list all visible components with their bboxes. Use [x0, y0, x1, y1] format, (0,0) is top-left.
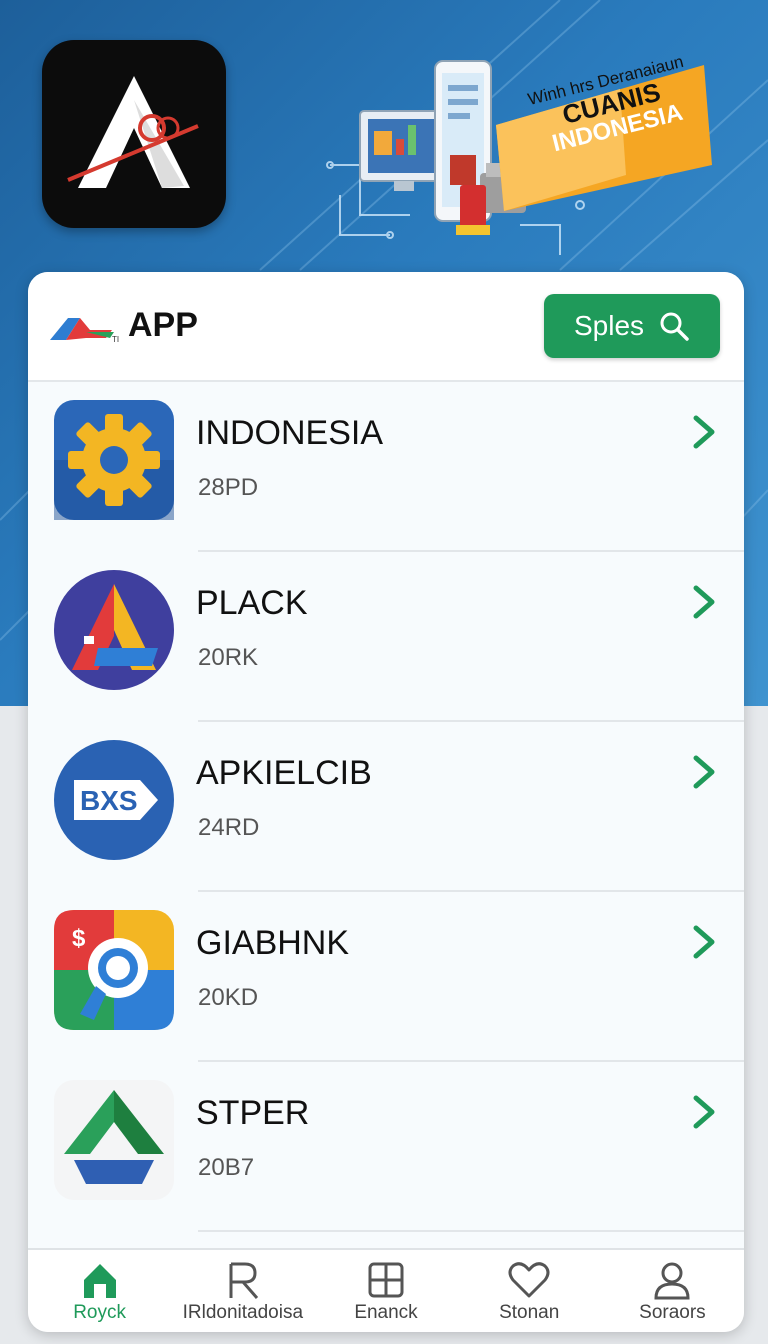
app-subtitle: 20RK — [198, 644, 259, 671]
chevron-right-icon[interactable] — [688, 412, 718, 452]
nav-label: Royck — [73, 1302, 126, 1323]
app-subtitle: 20KD — [198, 984, 259, 1011]
nav-item-r[interactable]: IRldonitadoisa — [171, 1250, 314, 1332]
list-item[interactable]: BXS APKIELCIB 24RD — [28, 722, 744, 892]
nav-item-grid[interactable]: Enanck — [314, 1250, 457, 1332]
grid-icon — [368, 1262, 404, 1298]
magnifier-logo-icon: $ — [54, 910, 174, 1030]
chevron-right-icon[interactable] — [688, 1092, 718, 1132]
dollar-text: $ — [72, 925, 86, 952]
triangle-logo-icon — [54, 570, 174, 690]
app-name: PLACK — [196, 584, 308, 622]
list-item[interactable]: INDONESIA 28PD — [28, 382, 744, 552]
nav-item-profile[interactable]: Soraors — [601, 1250, 744, 1332]
home-icon — [83, 1264, 116, 1298]
nav-label: Stonan — [499, 1302, 560, 1323]
search-button[interactable]: Sples — [544, 294, 720, 358]
nav-item-home[interactable]: Royck — [28, 1250, 171, 1332]
brand-name: APP — [128, 306, 198, 344]
heart-icon — [508, 1262, 550, 1298]
user-icon — [654, 1262, 690, 1300]
app-name: STPER — [196, 1094, 310, 1132]
app-subtitle: 24RD — [198, 814, 260, 841]
chevron-right-icon[interactable] — [688, 752, 718, 792]
app-list-card: TI APP Sples INDONESIA 28PD PLACK 20RK B… — [28, 272, 744, 1332]
brand-mark-small: TI — [112, 335, 119, 344]
card-header: TI APP Sples — [28, 272, 744, 382]
nav-label: IRldonitadoisa — [182, 1302, 304, 1323]
divider — [198, 1230, 744, 1232]
app-name: APKIELCIB — [196, 754, 372, 792]
chevron-right-icon[interactable] — [688, 922, 718, 962]
app-name: INDONESIA — [196, 414, 384, 452]
nav-item-heart[interactable]: Stonan — [458, 1250, 601, 1332]
drive-logo-icon — [54, 1080, 174, 1200]
bxs-logo-icon: BXS — [54, 740, 174, 860]
nav-label: Soraors — [639, 1302, 706, 1323]
list-item[interactable]: PLACK 20RK — [28, 552, 744, 722]
app-subtitle: 20B7 — [198, 1154, 255, 1181]
r-icon — [229, 1262, 258, 1299]
list-item[interactable]: $ GIABHNK 20KD — [28, 892, 744, 1062]
nav-label: Enanck — [354, 1302, 418, 1323]
search-icon — [660, 312, 689, 341]
bottom-nav: Royck IRldonitadoisa Enanck Stonan Sorao… — [28, 1248, 744, 1332]
brand-logo-icon: TI — [50, 318, 119, 344]
app-logo — [42, 40, 226, 228]
list-item[interactable]: STPER 20B7 — [28, 1062, 744, 1232]
search-button-label: Sples — [573, 310, 645, 341]
app-name: GIABHNK — [196, 924, 350, 962]
gear-icon — [54, 400, 174, 520]
app-list: INDONESIA 28PD PLACK 20RK BXS APKIELCIB … — [28, 382, 744, 1232]
chevron-right-icon[interactable] — [688, 582, 718, 622]
app-subtitle: 28PD — [198, 474, 259, 501]
bxs-logo-text: BXS — [80, 785, 138, 816]
